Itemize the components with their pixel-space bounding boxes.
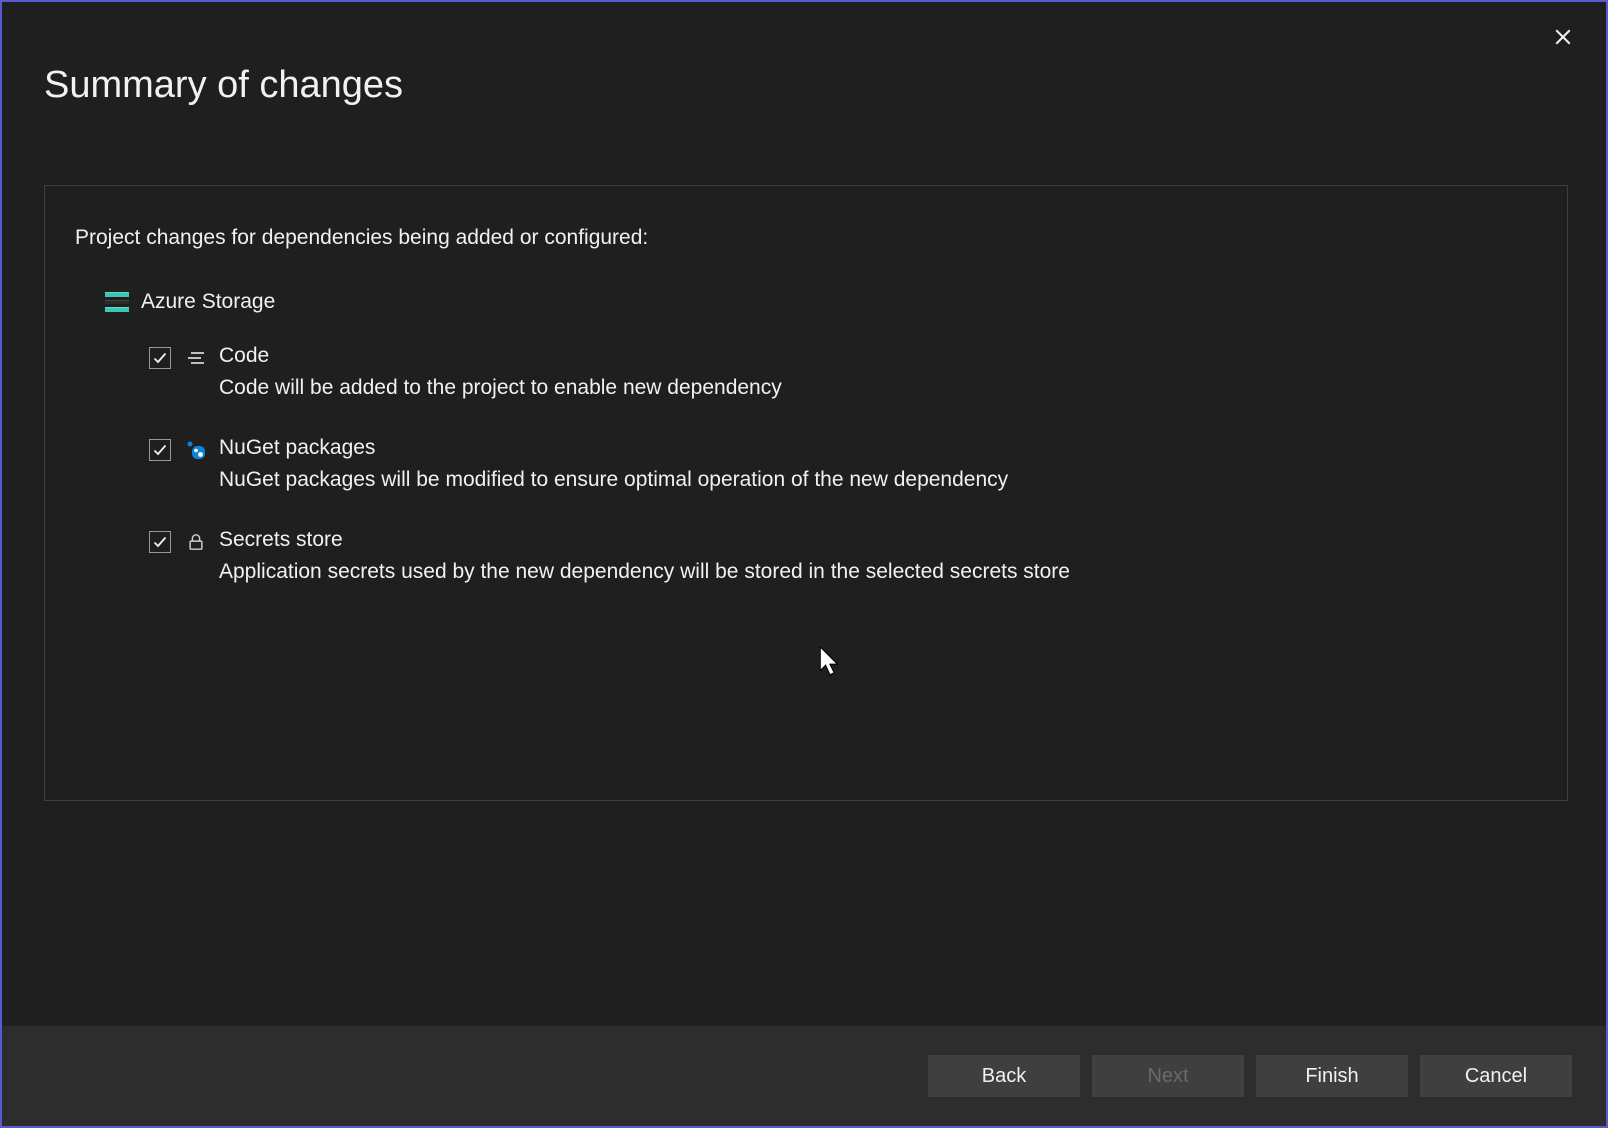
page-title: Summary of changes	[44, 64, 403, 107]
content-panel: Project changes for dependencies being a…	[44, 185, 1568, 801]
checkbox-code[interactable]	[149, 347, 171, 369]
cancel-button[interactable]: Cancel	[1420, 1055, 1572, 1097]
back-button[interactable]: Back	[928, 1055, 1080, 1097]
nuget-icon	[185, 439, 207, 461]
next-button: Next	[1092, 1055, 1244, 1097]
check-icon	[152, 350, 168, 366]
change-description: NuGet packages will be modified to ensur…	[219, 468, 1008, 492]
change-description: Application secrets used by the new depe…	[219, 560, 1070, 584]
service-row: Azure Storage	[105, 290, 1537, 314]
service-name: Azure Storage	[141, 290, 275, 314]
lock-icon	[185, 531, 207, 553]
change-item-secrets: Secrets store Application secrets used b…	[149, 528, 1537, 584]
dialog-footer: Back Next Finish Cancel	[2, 1026, 1606, 1126]
finish-button[interactable]: Finish	[1256, 1055, 1408, 1097]
change-title: NuGet packages	[219, 436, 1008, 460]
change-title: Code	[219, 344, 782, 368]
checkbox-nuget[interactable]	[149, 439, 171, 461]
check-icon	[152, 442, 168, 458]
check-icon	[152, 534, 168, 550]
intro-text: Project changes for dependencies being a…	[75, 226, 1537, 250]
checkbox-secrets[interactable]	[149, 531, 171, 553]
azure-storage-icon	[105, 292, 129, 312]
code-icon	[185, 347, 207, 369]
change-item-code: Code Code will be added to the project t…	[149, 344, 1537, 400]
change-title: Secrets store	[219, 528, 1070, 552]
change-item-nuget: NuGet packages NuGet packages will be mo…	[149, 436, 1537, 492]
close-button[interactable]	[1548, 22, 1578, 52]
change-description: Code will be added to the project to ena…	[219, 376, 782, 400]
close-icon	[1554, 28, 1572, 46]
